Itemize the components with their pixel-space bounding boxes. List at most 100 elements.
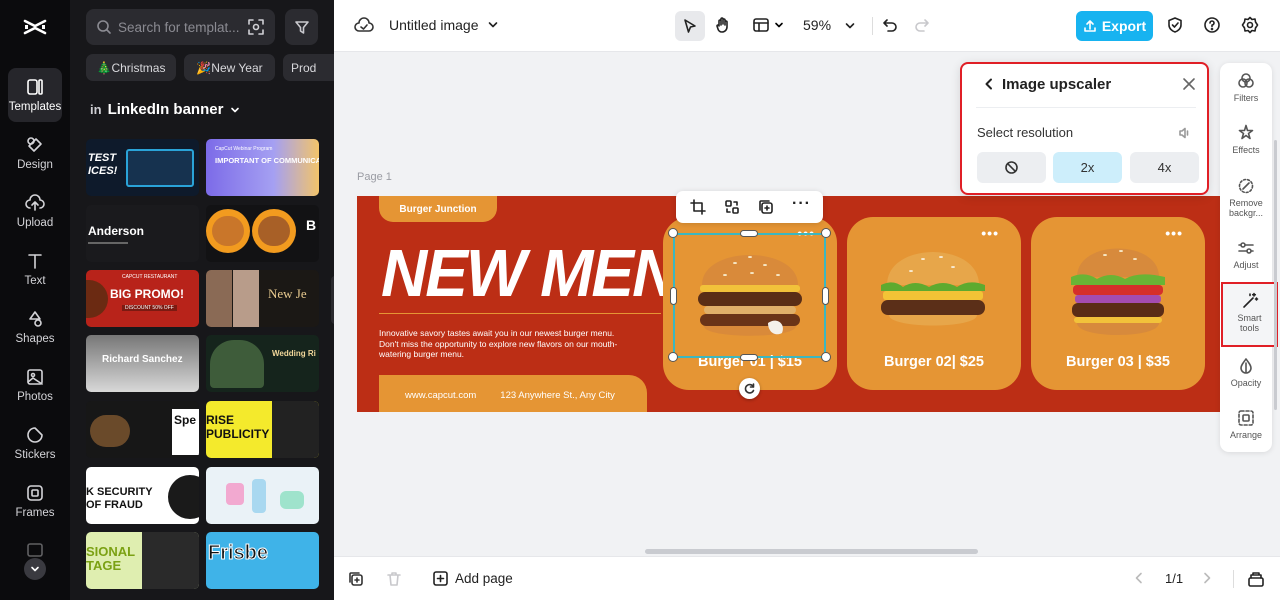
crop-button[interactable] xyxy=(690,199,706,220)
vertical-scrollbar[interactable] xyxy=(1274,140,1277,410)
resize-handle[interactable] xyxy=(740,230,758,237)
resize-handle[interactable] xyxy=(670,287,677,305)
duplicate-button[interactable] xyxy=(758,199,774,220)
replace-button[interactable] xyxy=(724,199,740,220)
rotate-handle[interactable] xyxy=(739,378,760,399)
rail-text[interactable]: Text xyxy=(8,242,62,296)
product-card[interactable]: ••• Burger 02| $25 xyxy=(847,217,1021,390)
template-thumb[interactable]: Anderson xyxy=(86,205,199,262)
search-box[interactable]: Search for templat... xyxy=(86,9,275,45)
toolbar-divider xyxy=(1233,570,1234,588)
pages-panel-button[interactable] xyxy=(1247,570,1265,593)
duplicate-page-button[interactable] xyxy=(348,571,364,592)
resolution-original-button[interactable] xyxy=(977,152,1046,183)
template-thumb[interactable] xyxy=(206,467,319,524)
hand-tool-button[interactable] xyxy=(714,16,732,39)
filter-icon xyxy=(294,21,309,34)
add-page-button[interactable]: Add page xyxy=(432,570,513,587)
template-thumb[interactable]: CAPCUT RESTAURANT BIG PROMO! DISCOUNT 50… xyxy=(86,270,199,327)
page-counter: 1/1 xyxy=(1165,571,1184,586)
filter-button[interactable] xyxy=(285,9,318,45)
capcut-logo[interactable] xyxy=(22,14,48,40)
more-options-icon[interactable]: ··· xyxy=(792,195,811,213)
back-button[interactable] xyxy=(982,77,996,96)
shield-button[interactable] xyxy=(1166,16,1184,39)
template-thumb[interactable]: TEST ICES! xyxy=(86,139,199,196)
thumb-text: DISCOUNT 50% OFF xyxy=(122,305,177,311)
tool-remove-background[interactable]: Remove backgr... xyxy=(1220,177,1272,218)
rail-upload[interactable]: Upload xyxy=(8,184,62,238)
rail-scroll-down-icon[interactable] xyxy=(24,558,46,580)
rail-design[interactable]: Design xyxy=(8,126,62,180)
layers-icon xyxy=(1248,572,1264,587)
template-thumb[interactable]: B xyxy=(206,205,319,262)
tool-adjust[interactable]: Adjust xyxy=(1220,239,1272,270)
chip-new-year[interactable]: 🎉New Year xyxy=(184,54,275,81)
tool-label: Effects xyxy=(1232,145,1260,155)
resize-handle[interactable] xyxy=(821,352,831,362)
chip-christmas[interactable]: 🎄Christmas xyxy=(86,54,176,81)
contact-bar[interactable]: www.capcut.com 123 Anywhere St., Any Cit… xyxy=(379,375,647,412)
document-title-text: Untitled image xyxy=(389,17,479,33)
rail-photos[interactable]: Photos xyxy=(8,358,62,412)
close-button[interactable] xyxy=(1182,77,1196,96)
rail-shapes[interactable]: Shapes xyxy=(8,300,62,354)
undo-button[interactable] xyxy=(881,16,899,39)
zoom-dropdown[interactable] xyxy=(844,19,856,37)
tool-arrange[interactable]: Arrange xyxy=(1220,409,1272,440)
resize-handle[interactable] xyxy=(668,228,678,238)
tool-opacity[interactable]: Opacity xyxy=(1220,357,1272,388)
brand-tag[interactable]: Burger Junction xyxy=(379,196,497,222)
rail-templates[interactable]: Templates xyxy=(8,68,62,122)
page-label: Page 1 xyxy=(357,171,392,183)
thumb-text: BIG PROMO! xyxy=(110,287,184,301)
tool-filters[interactable]: Filters xyxy=(1220,72,1272,103)
resolution-4x-button[interactable]: 4x xyxy=(1130,152,1199,183)
tool-smart-tools[interactable]: Smart tools xyxy=(1221,282,1278,347)
rail-frames[interactable]: Frames xyxy=(8,474,62,528)
horizontal-scrollbar[interactable] xyxy=(645,549,978,554)
delete-page-button[interactable] xyxy=(386,571,402,592)
chevron-down-icon xyxy=(231,107,240,112)
panel-divider xyxy=(976,107,1196,108)
search-input[interactable]: Search for templat... xyxy=(118,20,240,35)
settings-button[interactable] xyxy=(1241,16,1259,39)
document-title[interactable]: Untitled image xyxy=(389,17,499,33)
template-thumb[interactable]: K SECURITY OF FRAUD xyxy=(86,467,199,524)
next-page-button[interactable] xyxy=(1200,571,1214,590)
template-thumb[interactable]: Spe xyxy=(86,401,199,458)
template-thumb[interactable]: New Je xyxy=(206,270,319,327)
cloud-sync-icon[interactable] xyxy=(354,16,374,41)
resolution-2x-button[interactable]: 2x xyxy=(1053,152,1122,183)
zoom-level[interactable]: 59% xyxy=(803,17,831,33)
website-text: www.capcut.com xyxy=(405,389,477,401)
category-selector[interactable]: in LinkedIn banner xyxy=(90,101,241,118)
description[interactable]: Innovative savory tastes await you in ou… xyxy=(379,328,629,360)
thumb-text: Spe xyxy=(174,413,197,427)
resize-handle[interactable] xyxy=(740,354,758,361)
previous-page-button[interactable] xyxy=(1132,571,1146,590)
selection-frame[interactable] xyxy=(673,233,826,358)
select-tool-button[interactable] xyxy=(675,11,705,41)
headline-underline xyxy=(379,313,661,314)
resize-handle[interactable] xyxy=(821,228,831,238)
chip-products[interactable]: Prod xyxy=(283,54,334,81)
template-thumb[interactable]: RISE PUBLICITY xyxy=(206,401,319,458)
template-thumb[interactable]: SIONAL TAGE xyxy=(86,532,199,589)
tool-effects[interactable]: Effects xyxy=(1220,124,1272,155)
resize-handle[interactable] xyxy=(668,352,678,362)
image-search-icon[interactable] xyxy=(247,18,265,36)
template-thumb[interactable]: Wedding Ri xyxy=(206,335,319,392)
product-card[interactable]: ••• Burger 03 | $35 xyxy=(1031,217,1205,390)
redo-button[interactable] xyxy=(913,16,931,39)
template-thumb[interactable]: CapCut Webinar Program IMPORTANT OF COMM… xyxy=(206,139,319,196)
help-button[interactable] xyxy=(1203,16,1221,39)
rail-label: Upload xyxy=(16,217,54,229)
resize-handle[interactable] xyxy=(822,287,829,305)
export-button[interactable]: Export xyxy=(1076,11,1153,41)
shield-icon xyxy=(1168,17,1182,33)
rail-stickers[interactable]: Stickers xyxy=(8,416,62,470)
template-thumb[interactable]: Richard Sanchez xyxy=(86,335,199,392)
layout-menu-button[interactable] xyxy=(752,16,784,34)
template-thumb[interactable]: Frisbe xyxy=(206,532,319,589)
